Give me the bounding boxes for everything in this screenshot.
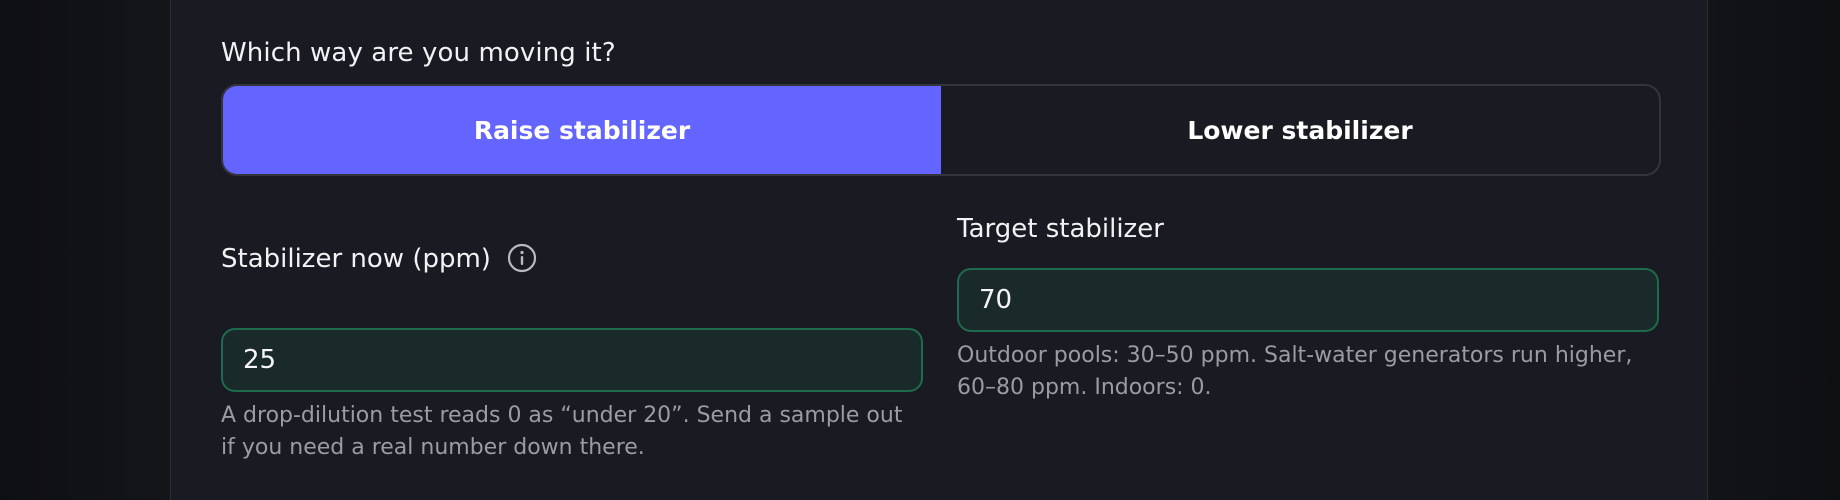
stabilizer-now-help: A drop-dilution test reads 0 as “under 2…	[221, 403, 903, 460]
direction-toggle: Raise stabilizer Lower stabilizer	[221, 84, 1661, 176]
target-stabilizer-label: Target stabilizer	[957, 214, 1164, 244]
direction-question: Which way are you moving it?	[221, 38, 616, 68]
stabilizer-form-card: Which way are you moving it? Raise stabi…	[170, 0, 1708, 500]
target-stabilizer-help: Outdoor pools: 30–50 ppm. Salt-water gen…	[957, 343, 1633, 400]
stabilizer-now-input[interactable]	[221, 328, 923, 392]
info-icon[interactable]	[507, 243, 537, 273]
raise-stabilizer-option[interactable]: Raise stabilizer	[223, 86, 941, 174]
lower-stabilizer-option[interactable]: Lower stabilizer	[941, 86, 1659, 174]
page: Which way are you moving it? Raise stabi…	[0, 0, 1840, 500]
target-stabilizer-input[interactable]	[957, 268, 1659, 332]
stabilizer-now-label: Stabilizer now (ppm)	[221, 244, 491, 274]
